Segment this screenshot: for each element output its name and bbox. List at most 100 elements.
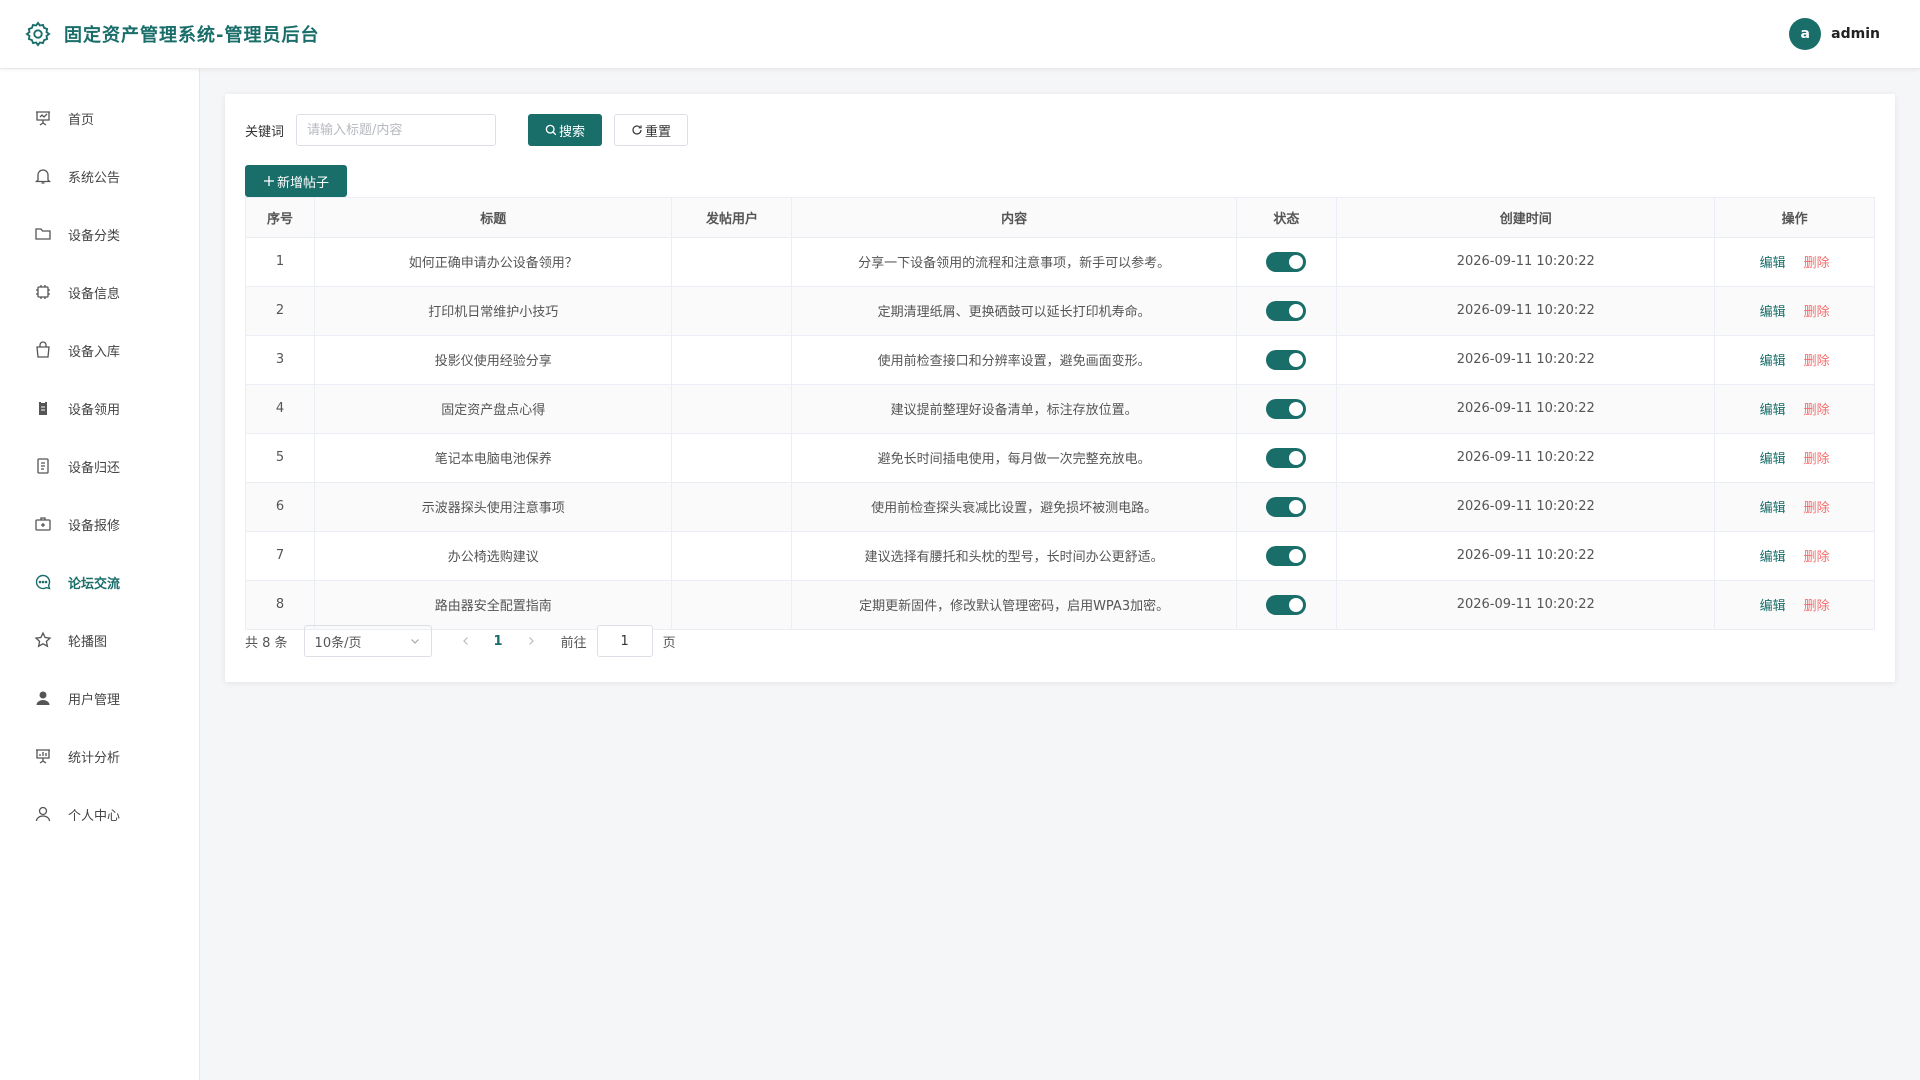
chevron-left-icon xyxy=(462,637,468,645)
toggle-knob xyxy=(1289,303,1304,318)
status-toggle[interactable] xyxy=(1266,545,1307,566)
gear-icon xyxy=(24,20,52,48)
status-toggle[interactable] xyxy=(1266,300,1307,321)
goto-label: 前往 xyxy=(560,635,587,651)
refresh-icon xyxy=(631,124,643,136)
page-size-value: 10条/页 xyxy=(314,635,362,651)
sidebar-item-devices[interactable]: 设备信息 xyxy=(0,263,199,321)
sidebar-item-forum[interactable]: 论坛交流 xyxy=(0,553,199,611)
avatar[interactable]: a xyxy=(1789,18,1822,50)
cell-no: 2 xyxy=(246,286,316,336)
page-number-current[interactable]: 1 xyxy=(494,634,503,649)
sidebar-item-stock-in[interactable]: 设备入库 xyxy=(0,321,199,379)
cell-actions: 编辑 删除 xyxy=(1714,580,1874,630)
sidebar-item-label: 设备归还 xyxy=(68,460,121,476)
cell-no: 5 xyxy=(246,433,316,483)
cell-actions: 编辑 删除 xyxy=(1714,531,1874,581)
sidebar-item-repair[interactable]: 设备报修 xyxy=(0,495,199,553)
total-count: 共 8 条 xyxy=(245,635,288,651)
sidebar-item-carousel[interactable]: 轮播图 xyxy=(0,611,199,669)
sidebar-item-announcements[interactable]: 系统公告 xyxy=(0,147,199,205)
delete-link[interactable]: 删除 xyxy=(1804,501,1830,516)
status-toggle[interactable] xyxy=(1266,251,1307,272)
chat-bubble-icon xyxy=(34,573,52,591)
cell-actions: 编辑 删除 xyxy=(1714,335,1874,385)
sidebar-item-home[interactable]: 首页 xyxy=(0,89,199,147)
edit-link[interactable]: 编辑 xyxy=(1760,501,1786,516)
posts-table: 序号 标题 发帖用户 内容 状态 创建时间 操作 1 如何正确申请办公设备领用？… xyxy=(245,197,1875,630)
cell-actions: 编辑 删除 xyxy=(1714,237,1874,287)
status-toggle[interactable] xyxy=(1266,496,1307,517)
sidebar-item-label: 轮播图 xyxy=(68,634,108,650)
folder-icon xyxy=(34,225,52,243)
sidebar-item-users[interactable]: 用户管理 xyxy=(0,669,199,727)
next-page-button[interactable] xyxy=(525,635,537,647)
status-toggle[interactable] xyxy=(1266,398,1307,419)
cell-user xyxy=(671,384,793,434)
sidebar-item-label: 用户管理 xyxy=(68,692,121,708)
sidebar-item-profile[interactable]: 个人中心 xyxy=(0,785,199,843)
prev-page-button[interactable] xyxy=(460,635,472,647)
cell-actions: 编辑 删除 xyxy=(1714,384,1874,434)
edit-link[interactable]: 编辑 xyxy=(1760,354,1786,369)
cell-created: 2026-09-11 10:20:22 xyxy=(1336,384,1716,434)
user-menu[interactable]: a admin xyxy=(1789,18,1880,50)
edit-link[interactable]: 编辑 xyxy=(1760,550,1786,565)
keyword-label: 关键词 xyxy=(245,124,285,140)
goto-page-input[interactable] xyxy=(596,625,653,657)
page-unit-label: 页 xyxy=(662,635,676,651)
sidebar-item-statistics[interactable]: 统计分析 xyxy=(0,727,199,785)
status-toggle[interactable] xyxy=(1266,594,1307,615)
edit-link[interactable]: 编辑 xyxy=(1760,403,1786,418)
table-row: 4 固定资产盘点心得 建议提前整理好设备清单，标注存放位置。 2026-09-1… xyxy=(246,384,1874,434)
delete-link[interactable]: 删除 xyxy=(1804,305,1830,320)
search-toolbar: 关键词 搜索 重置 xyxy=(245,114,689,146)
status-toggle[interactable] xyxy=(1266,349,1307,370)
username[interactable]: admin xyxy=(1831,26,1880,42)
cell-content: 定期更新固件，修改默认管理密码，启用WPA3加密。 xyxy=(791,580,1237,630)
presentation-icon xyxy=(34,109,52,127)
sidebar-item-categories[interactable]: 设备分类 xyxy=(0,205,199,263)
sidebar-item-label: 设备领用 xyxy=(68,402,121,418)
keyword-input[interactable] xyxy=(296,114,497,146)
table-row: 6 示波器探头使用注意事项 使用前检查探头衰减比设置，避免损坏被测电路。 202… xyxy=(246,482,1874,532)
delete-link[interactable]: 删除 xyxy=(1804,599,1830,614)
app-title: 固定资产管理系统-管理员后台 xyxy=(64,25,320,46)
edit-link[interactable]: 编辑 xyxy=(1760,305,1786,320)
edit-link[interactable]: 编辑 xyxy=(1760,452,1786,467)
cell-title: 办公椅选购建议 xyxy=(314,531,673,581)
delete-link[interactable]: 删除 xyxy=(1804,403,1830,418)
delete-link[interactable]: 删除 xyxy=(1804,550,1830,565)
first-aid-kit-icon xyxy=(34,515,52,533)
reset-button[interactable]: 重置 xyxy=(614,114,689,146)
sidebar-item-checkout[interactable]: 设备领用 xyxy=(0,379,199,437)
delete-link[interactable]: 删除 xyxy=(1804,452,1830,467)
column-header-content: 内容 xyxy=(791,198,1237,238)
delete-link[interactable]: 删除 xyxy=(1804,354,1830,369)
sidebar-item-label: 首页 xyxy=(68,112,95,128)
toggle-knob xyxy=(1289,548,1304,563)
cell-created: 2026-09-11 10:20:22 xyxy=(1336,482,1716,532)
cell-content: 建议选择有腰托和头枕的型号，长时间办公更舒适。 xyxy=(791,531,1237,581)
delete-link[interactable]: 删除 xyxy=(1804,256,1830,271)
edit-link[interactable]: 编辑 xyxy=(1760,599,1786,614)
search-button[interactable]: 搜索 xyxy=(528,114,603,146)
edit-link[interactable]: 编辑 xyxy=(1760,256,1786,271)
cell-user xyxy=(671,237,793,287)
cell-created: 2026-09-11 10:20:22 xyxy=(1336,335,1716,385)
cell-user xyxy=(671,531,793,581)
cell-user xyxy=(671,580,793,630)
sidebar-item-label: 设备报修 xyxy=(68,518,121,534)
toggle-knob xyxy=(1289,401,1304,416)
top-header: 固定资产管理系统-管理员后台 a admin xyxy=(0,0,1920,69)
page-size-select[interactable]: 10条/页 xyxy=(303,625,432,657)
cell-status xyxy=(1236,335,1338,385)
toggle-knob xyxy=(1289,450,1304,465)
cell-status xyxy=(1236,384,1338,434)
cell-content: 定期清理纸屑、更换硒鼓可以延长打印机寿命。 xyxy=(791,286,1237,336)
sidebar-item-return[interactable]: 设备归还 xyxy=(0,437,199,495)
add-post-button-label: 新增帖子 xyxy=(276,175,329,191)
status-toggle[interactable] xyxy=(1266,447,1307,468)
add-post-button[interactable]: 新增帖子 xyxy=(245,165,347,197)
cell-status xyxy=(1236,237,1338,287)
